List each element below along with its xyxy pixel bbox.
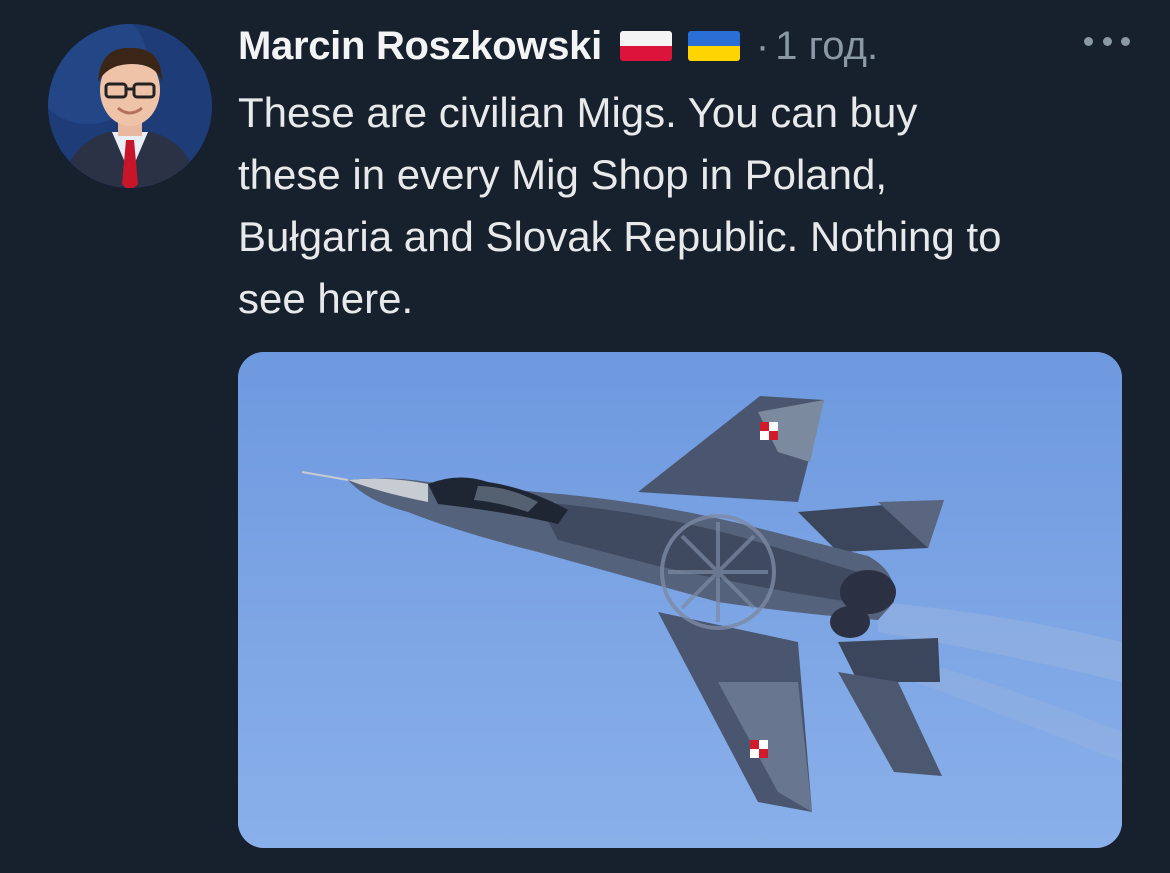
tweet-header: Marcin Roszkowski · 1 год. <box>238 20 1130 72</box>
author-avatar[interactable] <box>48 24 212 188</box>
tweet-media-image[interactable] <box>238 352 1122 848</box>
more-dot <box>1102 36 1112 46</box>
poland-flag-icon <box>619 31 672 61</box>
tweet-timestamp[interactable]: 1 год. <box>775 24 878 69</box>
fighter-jet-photo <box>238 352 1122 848</box>
more-options-icon[interactable] <box>1084 26 1130 56</box>
author-name[interactable]: Marcin Roszkowski <box>238 24 602 69</box>
ukraine-flag-icon <box>687 31 740 61</box>
header-separator: · <box>755 23 770 68</box>
avatar-portrait <box>48 24 212 188</box>
more-dot <box>1084 36 1093 46</box>
more-dot <box>1121 36 1130 46</box>
tweet-text: These are civilian Migs. You can buy the… <box>238 89 1002 322</box>
